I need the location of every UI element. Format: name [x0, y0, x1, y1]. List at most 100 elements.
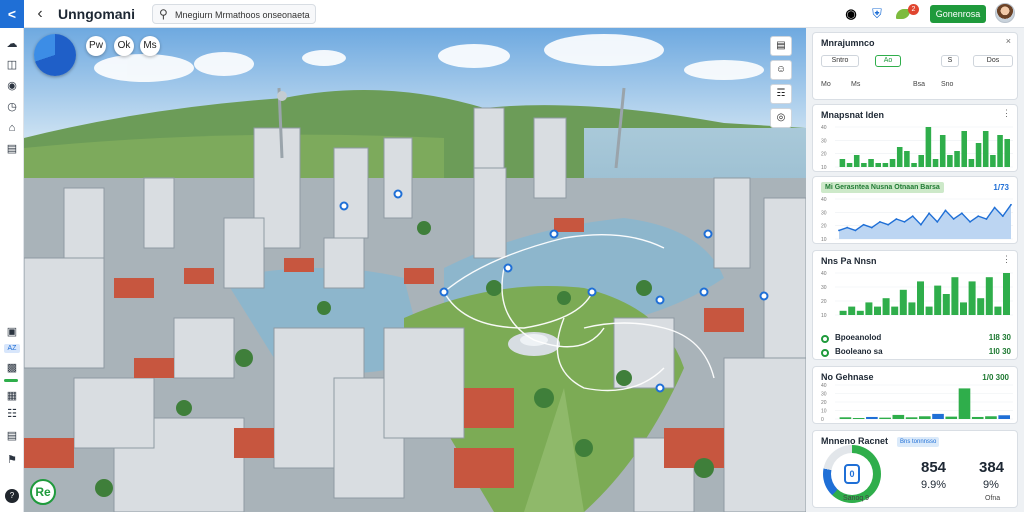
chart-bar	[925, 306, 933, 315]
brand-logo[interactable]: <	[0, 0, 24, 28]
chart-point	[895, 218, 898, 220]
note-icon[interactable]: ☶	[770, 84, 792, 104]
map-toolbar-item[interactable]: Pw	[86, 36, 106, 56]
chart-bar	[945, 416, 958, 419]
clock-icon[interactable]: ◷	[4, 99, 20, 115]
bar-chart: 40 30 20 10	[821, 271, 1013, 319]
chart-bar	[961, 131, 967, 167]
app-root: < ‹ Unngomani ⚲ ◉ ⛨ 2 Gonenrosa ☁ ◫ ◉ ◷ …	[0, 0, 1024, 512]
smile-icon[interactable]: ☺	[770, 60, 792, 80]
layers-icon[interactable]: ◉	[4, 78, 20, 94]
app-title: Unngomani	[58, 6, 135, 22]
filter-chip[interactable]: Dos	[973, 55, 1013, 67]
filter-chip[interactable]: S	[941, 55, 959, 67]
chart-bar	[977, 298, 985, 315]
column-chart-card: No Gehnase 1/0 300 40 30 20 10 0	[812, 366, 1018, 424]
location-icon[interactable]: ◎	[770, 108, 792, 128]
shield-icon[interactable]: ⛨	[868, 5, 886, 23]
chart-point	[838, 229, 840, 232]
chart-point	[870, 226, 873, 229]
card-title: Mnrajumnco	[821, 38, 875, 48]
alert-badge: 2	[908, 4, 919, 15]
axis-tick-label: 10	[821, 409, 827, 415]
chart-bar	[891, 306, 899, 315]
chart-bar	[896, 147, 903, 167]
axis-tick-label: 40	[821, 271, 827, 277]
stat-primary: 854	[921, 459, 947, 476]
document-icon[interactable]: ▤	[4, 141, 20, 157]
chart-bar	[848, 306, 856, 315]
stat-value: 1l8 30	[988, 333, 1011, 342]
search-box[interactable]: ⚲	[152, 4, 316, 24]
chart-bar	[917, 281, 924, 315]
cloud-icon[interactable]: ☁	[4, 36, 20, 52]
user-avatar[interactable]	[995, 3, 1015, 23]
map-toolbar-item[interactable]: Ms	[140, 36, 160, 56]
home-icon[interactable]: ⌂	[4, 120, 20, 136]
device-icon: 0	[844, 464, 860, 484]
grid-icon[interactable]: ▦	[4, 388, 20, 404]
chart-bar	[925, 127, 932, 167]
line-chart-card: Mi Gerasntea Nusna Otnaan Barsa 1/73 40 3…	[812, 176, 1018, 244]
city-scene	[24, 28, 806, 512]
axis-tick-label: 20	[821, 299, 827, 305]
summary-label: Sno	[941, 81, 954, 88]
chart-bar	[853, 155, 860, 167]
chart-bar	[958, 388, 971, 419]
help-icon[interactable]: ?	[5, 489, 19, 503]
close-icon[interactable]: ×	[1006, 36, 1011, 46]
chart-bar	[960, 302, 967, 315]
map-toolbar-item[interactable]: Ok	[114, 36, 134, 56]
save-icon[interactable]: ▣	[4, 324, 20, 340]
status-tag: Bns tonnnsso	[897, 437, 940, 447]
chart-bar	[868, 159, 874, 167]
chart-bar	[942, 294, 950, 315]
chart-bar	[954, 151, 960, 167]
primary-action-button[interactable]: Gonenrosa	[930, 5, 986, 23]
layers-icon[interactable]: ▤	[770, 36, 792, 56]
map-overview-widget[interactable]	[34, 34, 76, 76]
chart-bar	[852, 417, 865, 419]
notification-icon[interactable]: ◉	[842, 5, 860, 23]
chart-point	[920, 223, 922, 226]
filter-chip-active[interactable]: Ao	[875, 55, 901, 67]
chart-bar	[846, 163, 853, 167]
calendar-icon[interactable]: ☷	[4, 406, 20, 422]
axis-tick-label: 30	[821, 138, 827, 144]
chart-point	[928, 212, 930, 215]
city-map-view[interactable]: Pw Ok Ms ▤ ☺ ☶ ◎ Re	[24, 28, 806, 512]
chart-bar	[908, 302, 916, 315]
chart-point	[1010, 203, 1012, 206]
stat-row: Bpoeanolod 1l8 30	[821, 333, 1011, 345]
chart-bar	[968, 159, 975, 167]
chart-point	[960, 212, 963, 215]
map-icon[interactable]: ◫	[4, 57, 20, 73]
chart-bar	[932, 159, 939, 167]
chart-area	[839, 204, 1011, 239]
chart-point	[993, 206, 996, 209]
locate-fab[interactable]: Re	[30, 479, 56, 505]
search-input[interactable]	[175, 7, 313, 22]
stat-primary-pct: 9.9%	[921, 479, 947, 491]
book-icon[interactable]: ▤	[4, 428, 20, 444]
alerts-button[interactable]: 2	[896, 4, 920, 24]
chart-bar	[982, 131, 989, 167]
status-dot	[821, 335, 829, 343]
rail-chip[interactable]: AZ	[4, 344, 20, 353]
chart-bar	[1004, 139, 1010, 167]
chart-bar	[879, 417, 891, 419]
chart-bar	[998, 415, 1010, 419]
axis-tick-label: 10	[821, 165, 827, 171]
chart-bar	[985, 277, 993, 315]
chart-bar	[918, 416, 931, 419]
chart-bar	[918, 155, 924, 167]
chart-bar	[911, 163, 917, 167]
flag-icon[interactable]: ⚑	[4, 452, 20, 468]
filter-chip[interactable]: Sntro	[821, 55, 859, 67]
back-button[interactable]: ‹	[30, 4, 50, 24]
chart-icon[interactable]: ▩	[4, 360, 20, 376]
axis-tick-label: 20	[821, 152, 827, 158]
chart-bar	[951, 277, 959, 315]
chart-point	[879, 220, 881, 223]
chart-bar	[839, 417, 852, 419]
